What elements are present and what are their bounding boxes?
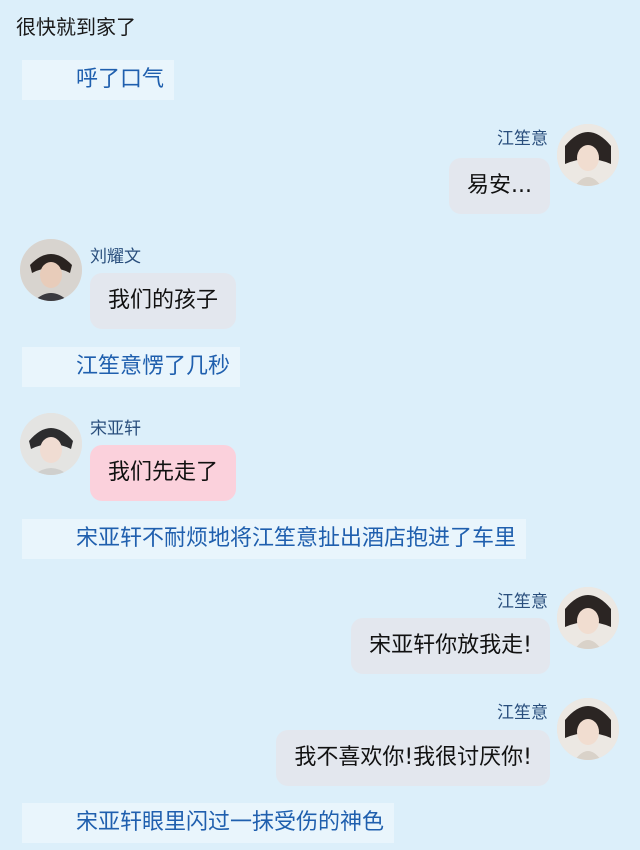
avatar-song-image (20, 413, 82, 475)
message-bubble[interactable]: 我不喜欢你!我很讨厌你! (276, 730, 550, 786)
narration-line: 呼了口气 (22, 60, 175, 100)
sender-name: 江笙意 (497, 592, 548, 612)
sender-name: 江笙意 (497, 703, 548, 723)
sender-name: 刘耀文 (90, 247, 141, 267)
avatar-jiang-image (557, 587, 619, 649)
narration-line: 宋亚轩眼里闪过一抹受伤的神色 (22, 803, 395, 843)
message-bubble[interactable]: 我们先走了 (90, 445, 237, 501)
message-bubble[interactable]: 我们的孩子 (90, 273, 237, 329)
avatar-jiangshengyi[interactable] (557, 698, 619, 760)
narration-line: 宋亚轩不耐烦地将江笙意扯出酒店抱进了车里 (22, 519, 527, 559)
avatar-songyaxuan[interactable] (20, 413, 82, 475)
previous-message-text: 很快就到家了 (16, 15, 136, 39)
avatar-jiang-image (557, 124, 619, 186)
sender-name: 宋亚轩 (90, 419, 141, 439)
avatar-jiangshengyi[interactable] (557, 587, 619, 649)
sender-name: 江笙意 (497, 129, 548, 149)
avatar-liu-image (20, 239, 82, 301)
narration-line: 江笙意愣了几秒 (22, 347, 241, 387)
avatar-jiang-image (557, 698, 619, 760)
message-bubble[interactable]: 宋亚轩你放我走! (351, 618, 550, 674)
avatar-liuyaowen[interactable] (20, 239, 82, 301)
message-bubble[interactable]: 易安... (449, 158, 550, 214)
avatar-jiangshengyi[interactable] (557, 124, 619, 186)
